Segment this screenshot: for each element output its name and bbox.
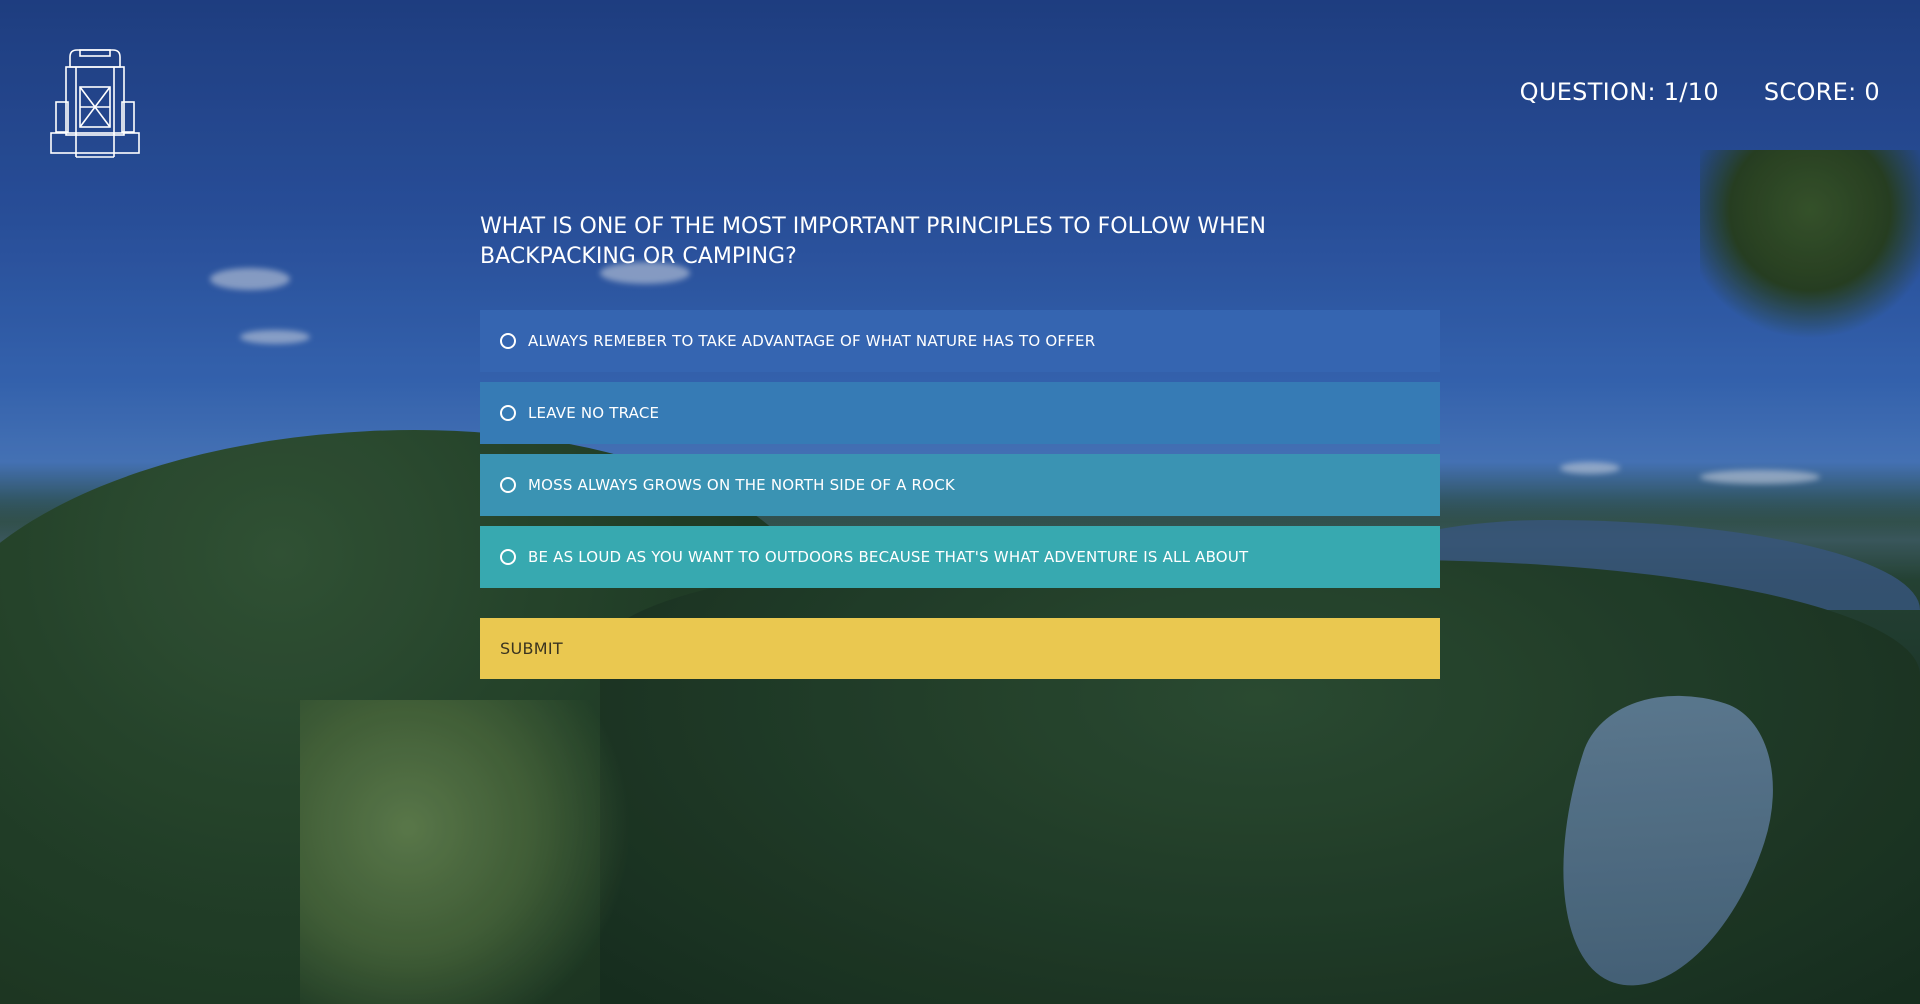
answer-label: ALWAYS REMEBER TO TAKE ADVANTAGE OF WHAT…: [528, 332, 1096, 350]
radio-icon[interactable]: [500, 333, 516, 349]
score-display: SCORE: 0: [1763, 78, 1880, 106]
answer-option-2[interactable]: LEAVE NO TRACE: [480, 382, 1440, 444]
quiz-page: QUESTION: 1/10 SCORE: 0 WHAT IS ONE OF T…: [0, 0, 1920, 1004]
answer-label: BE AS LOUD AS YOU WANT TO OUTDOORS BECAU…: [528, 548, 1249, 566]
answer-option-3[interactable]: MOSS ALWAYS GROWS ON THE NORTH SIDE OF A…: [480, 454, 1440, 516]
question-text: WHAT IS ONE OF THE MOST IMPORTANT PRINCI…: [480, 214, 1267, 269]
answer-label: MOSS ALWAYS GROWS ON THE NORTH SIDE OF A…: [528, 476, 955, 494]
answer-option-4[interactable]: BE AS LOUD AS YOU WANT TO OUTDOORS BECAU…: [480, 526, 1440, 588]
radio-icon[interactable]: [500, 477, 516, 493]
radio-icon[interactable]: [500, 405, 516, 421]
submit-button[interactable]: SUBMIT: [480, 618, 1440, 679]
question-counter: QUESTION: 1/10: [1519, 78, 1719, 106]
answer-label: LEAVE NO TRACE: [528, 404, 660, 422]
backpack-icon[interactable]: [50, 47, 140, 159]
quiz-panel: WHAT IS ONE OF THE MOST IMPORTANT PRINCI…: [480, 212, 1440, 679]
radio-icon[interactable]: [500, 549, 516, 565]
answer-option-1[interactable]: ALWAYS REMEBER TO TAKE ADVANTAGE OF WHAT…: [480, 310, 1440, 372]
quiz-status: QUESTION: 1/10 SCORE: 0: [1520, 78, 1880, 106]
